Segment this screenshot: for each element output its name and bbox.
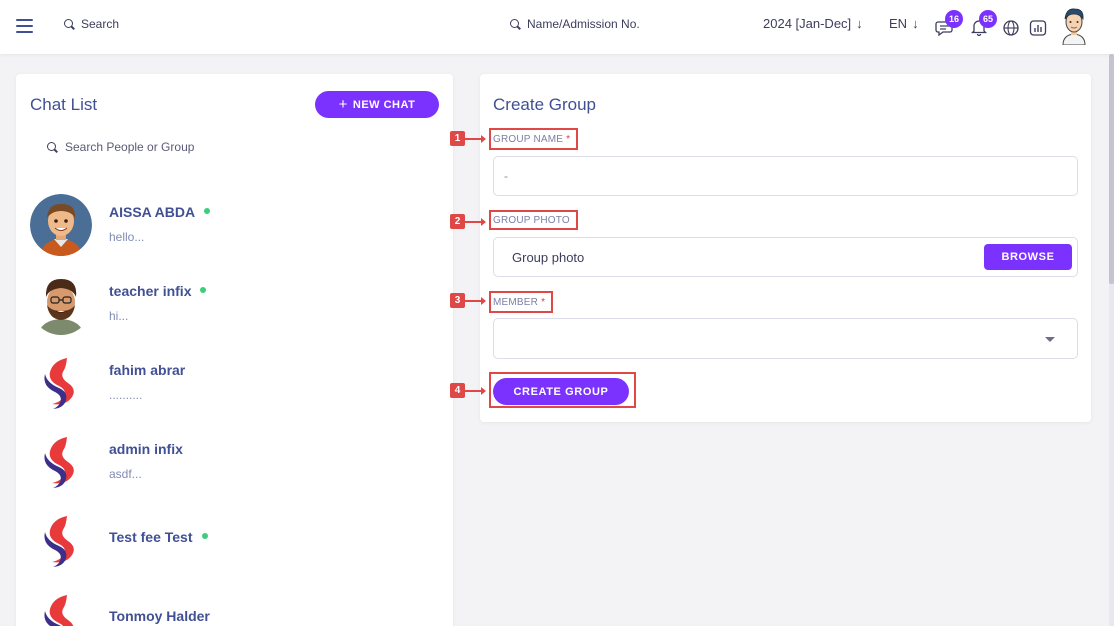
- new-chat-label: NEW CHAT: [352, 98, 416, 111]
- admission-search-input[interactable]: [527, 17, 667, 31]
- step-marker-3: 3: [450, 293, 465, 308]
- step-arrow-4: [465, 387, 486, 395]
- chat-name: Test fee Test: [109, 529, 208, 545]
- chat-list-item[interactable]: Tonmoy Halder: [30, 589, 430, 626]
- brand-logo-icon: [30, 352, 92, 414]
- user-avatar[interactable]: [1060, 7, 1088, 46]
- global-search[interactable]: [64, 17, 201, 31]
- notification-count-badge: 65: [979, 10, 997, 28]
- member-label: MEMBER *: [493, 297, 546, 308]
- group-photo-field[interactable]: Group photo BROWSE: [493, 237, 1078, 277]
- chat-name: teacher infix: [109, 283, 207, 299]
- online-indicator: [200, 287, 207, 294]
- reports-button[interactable]: [1028, 17, 1048, 37]
- browse-button[interactable]: BROWSE: [984, 244, 1072, 270]
- plus-icon: +: [338, 96, 348, 113]
- avatar: [30, 510, 92, 572]
- brand-logo-icon: [30, 510, 92, 572]
- chart-icon: [1029, 20, 1047, 36]
- step-marker-4: 4: [450, 383, 465, 398]
- language-value: EN: [889, 16, 908, 31]
- language-select[interactable]: EN ↓: [889, 16, 919, 31]
- chat-list-item[interactable]: fahim abrar ..........: [30, 352, 430, 416]
- new-chat-button[interactable]: + NEW CHAT: [315, 91, 439, 118]
- chat-last-message: hello...: [109, 230, 145, 244]
- avatar: [30, 589, 92, 626]
- brand-logo-icon: [30, 589, 92, 626]
- admission-search[interactable]: [510, 17, 667, 31]
- group-photo-label: GROUP PHOTO: [493, 215, 570, 226]
- language-globe-button[interactable]: [1001, 17, 1021, 37]
- avatar: [30, 194, 92, 256]
- group-photo-placeholder: Group photo: [512, 250, 585, 265]
- chat-list-item[interactable]: AISSA ABDA hello...: [30, 194, 430, 258]
- chat-last-message: ..........: [109, 388, 143, 402]
- brand-logo-icon: [30, 431, 92, 493]
- step-marker-1: 1: [450, 131, 465, 146]
- chat-last-message: asdf...: [109, 467, 142, 481]
- chat-name: Tonmoy Halder: [109, 608, 210, 624]
- notifications-button[interactable]: 65: [969, 10, 997, 37]
- message-count-badge: 16: [945, 10, 963, 28]
- chat-name: fahim abrar: [109, 362, 186, 378]
- chat-list-panel: Chat List + NEW CHAT AISSA ABDA hello: [16, 74, 453, 626]
- globe-icon: [1003, 20, 1019, 36]
- arrow-down-icon: ↓: [912, 16, 919, 31]
- arrow-down-icon: ↓: [856, 16, 863, 31]
- group-name-input[interactable]: [493, 156, 1078, 196]
- chat-search-input[interactable]: [65, 140, 265, 154]
- step-arrow-3: [465, 297, 486, 305]
- member-select[interactable]: [493, 318, 1078, 359]
- avatar: [30, 431, 92, 493]
- messages-button[interactable]: 16: [935, 10, 963, 37]
- create-group-title: Create Group: [493, 95, 596, 114]
- chat-search[interactable]: [47, 140, 265, 154]
- scrollbar-thumb[interactable]: [1109, 54, 1114, 284]
- step-arrow-2: [465, 218, 486, 226]
- create-group-button[interactable]: CREATE GROUP: [493, 378, 629, 405]
- chat-list-item[interactable]: teacher infix hi...: [30, 273, 430, 337]
- online-indicator: [204, 208, 211, 215]
- chat-name: admin infix: [109, 441, 183, 457]
- avatar: [30, 273, 92, 335]
- menu-icon[interactable]: [16, 19, 33, 33]
- chat-list-item[interactable]: Test fee Test: [30, 510, 430, 574]
- search-icon: [47, 141, 58, 153]
- chat-list-item[interactable]: admin infix asdf...: [30, 431, 430, 495]
- chat-last-message: hi...: [109, 309, 129, 323]
- search-icon: [64, 18, 75, 30]
- step-arrow-1: [465, 135, 486, 143]
- page-scrollbar[interactable]: [1109, 54, 1114, 626]
- chevron-down-icon: [1045, 337, 1055, 342]
- group-name-label: GROUP NAME *: [493, 134, 571, 145]
- step-marker-2: 2: [450, 214, 465, 229]
- search-icon: [510, 18, 521, 30]
- global-search-input[interactable]: [81, 17, 201, 31]
- academic-year-select[interactable]: 2024 [Jan-Dec] ↓: [763, 16, 863, 31]
- chat-name: AISSA ABDA: [109, 204, 211, 220]
- online-indicator: [201, 533, 208, 540]
- academic-year-value: 2024 [Jan-Dec]: [763, 16, 852, 31]
- create-group-panel: Create Group GROUP NAME* GROUP PHOTO Gro…: [480, 74, 1091, 422]
- chat-list-title: Chat List: [30, 95, 98, 114]
- top-bar: 2024 [Jan-Dec] ↓ EN ↓ 16 65: [0, 0, 1114, 54]
- avatar: [30, 352, 92, 414]
